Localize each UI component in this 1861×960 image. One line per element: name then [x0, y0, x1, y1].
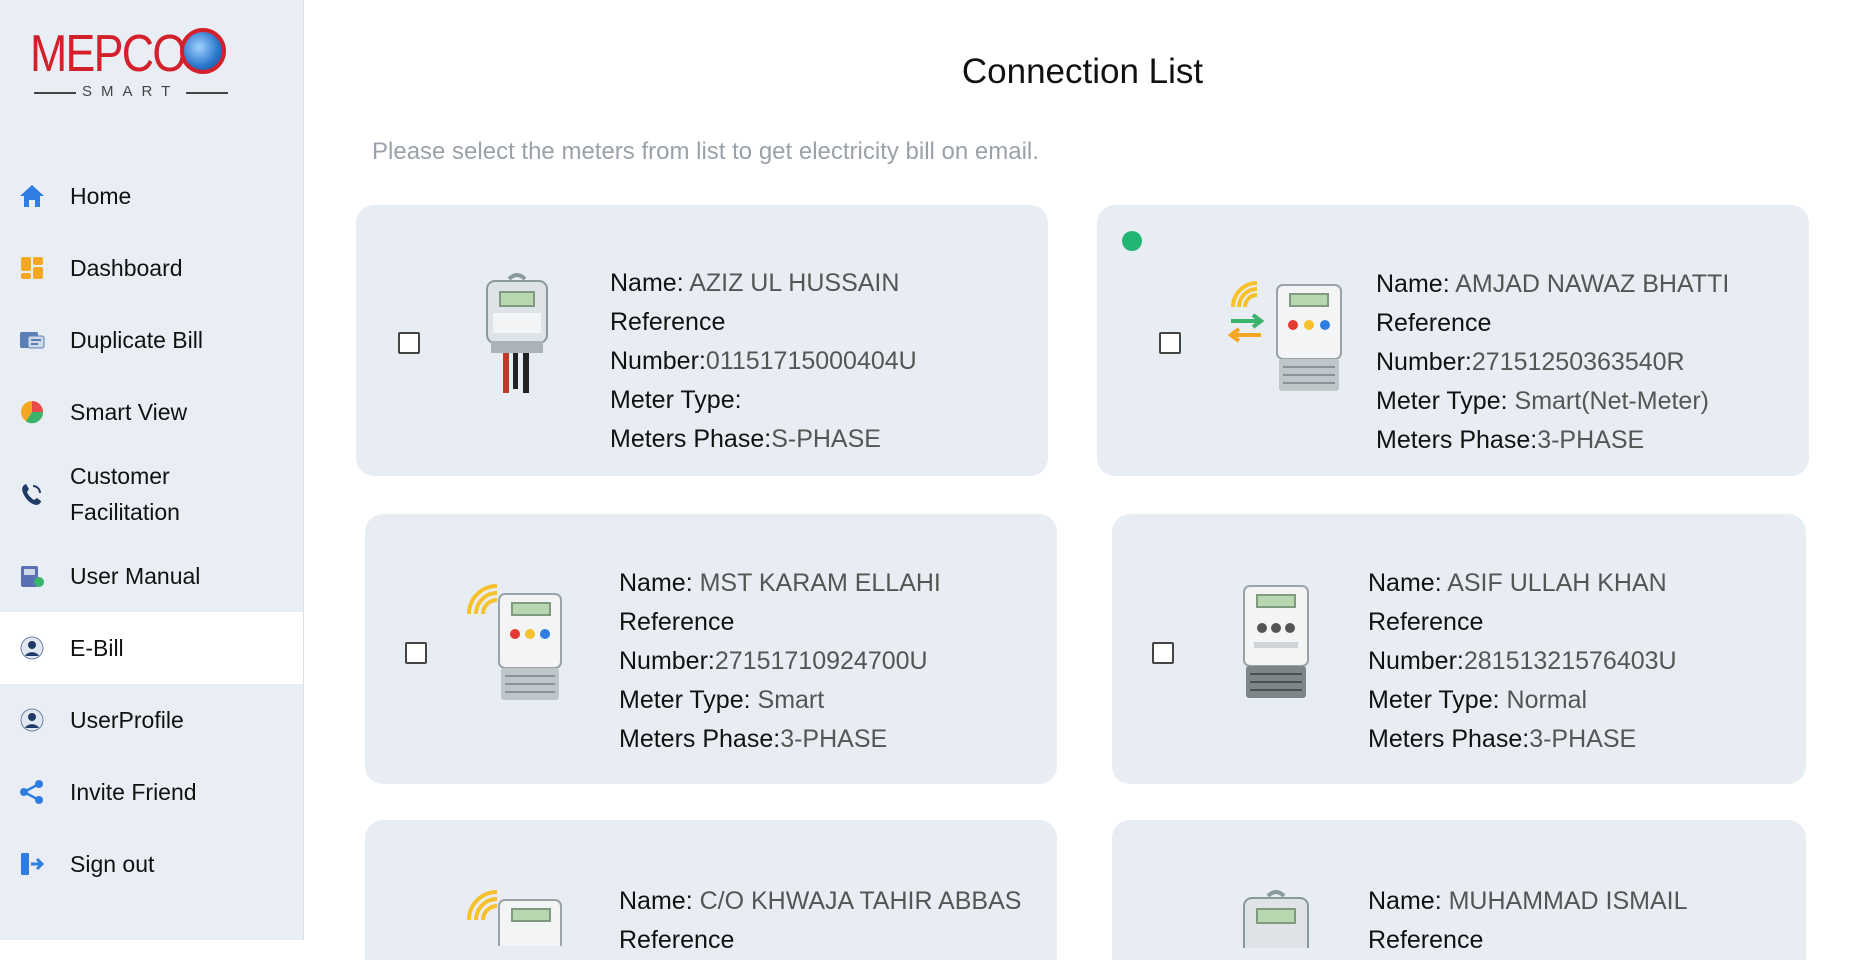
select-checkbox[interactable] [1159, 332, 1181, 354]
connection-card[interactable]: Name: AMJAD NAWAZ BHATTI Reference Numbe… [1097, 205, 1809, 476]
single-phase-meter-icon [1238, 888, 1314, 959]
sidebar-item-label: Dashboard [70, 255, 183, 281]
meter-type: Smart [757, 686, 825, 714]
connection-name: MUHAMMAD ISMAIL [1448, 887, 1688, 915]
sidebar-item-duplicate-bill[interactable]: Duplicate Bill [0, 304, 303, 376]
connection-details: Name: AMJAD NAWAZ BHATTI Reference Numbe… [1376, 270, 1730, 454]
sidebar-item-label: Smart View [70, 399, 188, 425]
connection-details: Name: AZIZ UL HUSSAIN Reference Number:0… [610, 269, 917, 453]
three-phase-meter-icon [1238, 582, 1314, 711]
sidebar-item-invite-friend[interactable]: Invite Friend [0, 756, 303, 828]
dashboard-icon [18, 254, 46, 282]
online-status-indicator [1122, 231, 1142, 251]
sidebar-item-label: UserProfile [70, 707, 184, 733]
meter-type: Smart(Net-Meter) [1514, 387, 1709, 415]
reference-number: 01151715000404U [705, 347, 917, 375]
select-checkbox[interactable] [1152, 642, 1174, 664]
sidebar-item-label: Sign out [70, 851, 155, 877]
manual-icon [18, 562, 46, 590]
connection-details: Name: MST KARAM ELLAHI Reference Number:… [619, 569, 941, 753]
logo-wordmark: MEPCO [30, 25, 187, 83]
logo-subtitle: SMART [82, 83, 180, 100]
sidebar-item-smart-view[interactable]: Smart View [0, 376, 303, 448]
reference-number: 28151321576403U [1463, 647, 1677, 675]
sidebar-item-label: Home [70, 183, 132, 209]
connection-card[interactable]: Name: MUHAMMAD ISMAIL Reference [1112, 820, 1806, 960]
main-content: Connection List Please select the meters… [304, 0, 1861, 960]
share-icon [18, 778, 46, 806]
smart-meter-icon [465, 580, 565, 709]
connection-details: Name: C/O KHWAJA TAHIR ABBAS Reference [619, 887, 1022, 954]
connection-details: Name: MUHAMMAD ISMAIL Reference [1368, 887, 1688, 954]
connection-name: AZIZ UL HUSSAIN [689, 269, 900, 297]
meter-type: Normal [1506, 686, 1588, 714]
connection-card[interactable]: Name: MST KARAM ELLAHI Reference Number:… [365, 514, 1057, 784]
meter-phase: S-PHASE [771, 425, 881, 453]
sidebar: MEPCO SMART Home Dashboard Duplicate Bil… [0, 0, 304, 940]
net-smart-meter-icon [1225, 275, 1345, 404]
user-icon [18, 706, 46, 734]
connection-card[interactable]: Name: C/O KHWAJA TAHIR ABBAS Reference [365, 820, 1057, 960]
reference-number: 27151250363540R [1471, 348, 1685, 376]
connection-card[interactable]: Name: ASIF ULLAH KHAN Reference Number:2… [1112, 514, 1806, 784]
sidebar-item-dashboard[interactable]: Dashboard [0, 232, 303, 304]
home-icon [18, 182, 46, 210]
sidebar-item-home[interactable]: Home [0, 160, 303, 232]
connection-name: AMJAD NAWAZ BHATTI [1455, 270, 1730, 298]
connection-name: ASIF ULLAH KHAN [1447, 569, 1667, 597]
connection-card[interactable]: Name: AZIZ UL HUSSAIN Reference Number:0… [356, 205, 1048, 476]
connection-name: C/O KHWAJA TAHIR ABBAS [699, 887, 1022, 915]
globe-icon [180, 28, 226, 74]
sidebar-item-user-profile[interactable]: UserProfile [0, 684, 303, 756]
meter-phase: 3-PHASE [780, 725, 888, 753]
connection-name: MST KARAM ELLAHI [699, 569, 941, 597]
pie-chart-icon [18, 398, 46, 426]
meter-phase: 3-PHASE [1529, 725, 1637, 753]
sidebar-nav: Home Dashboard Duplicate Bill Smart View… [0, 160, 303, 900]
instruction-text: Please select the meters from list to ge… [372, 138, 1039, 165]
sidebar-item-label: E-Bill [70, 635, 124, 661]
sidebar-item-sign-out[interactable]: Sign out [0, 828, 303, 900]
sidebar-item-label: Customer Facilitation [70, 463, 180, 525]
sidebar-item-label: Duplicate Bill [70, 327, 203, 353]
smart-meter-icon [465, 886, 565, 960]
sidebar-item-e-bill[interactable]: E-Bill [0, 612, 303, 684]
sidebar-item-customer-facilitation[interactable]: Customer Facilitation [0, 448, 303, 540]
meter-phase: 3-PHASE [1537, 426, 1645, 454]
page-title: Connection List [961, 52, 1204, 91]
single-phase-meter-icon [481, 271, 553, 400]
sign-out-icon [18, 850, 46, 878]
phone-support-icon [18, 480, 46, 508]
select-checkbox[interactable] [405, 642, 427, 664]
reference-number: 27151710924700U [714, 647, 928, 675]
connection-details: Name: ASIF ULLAH KHAN Reference Number:2… [1368, 569, 1677, 753]
user-icon [18, 634, 46, 662]
select-checkbox[interactable] [398, 332, 420, 354]
sidebar-item-user-manual[interactable]: User Manual [0, 540, 303, 612]
bill-icon [18, 326, 46, 354]
sidebar-item-label: Invite Friend [70, 779, 197, 805]
mepco-smart-logo[interactable]: MEPCO SMART [30, 24, 235, 110]
sidebar-item-label: User Manual [70, 563, 201, 589]
